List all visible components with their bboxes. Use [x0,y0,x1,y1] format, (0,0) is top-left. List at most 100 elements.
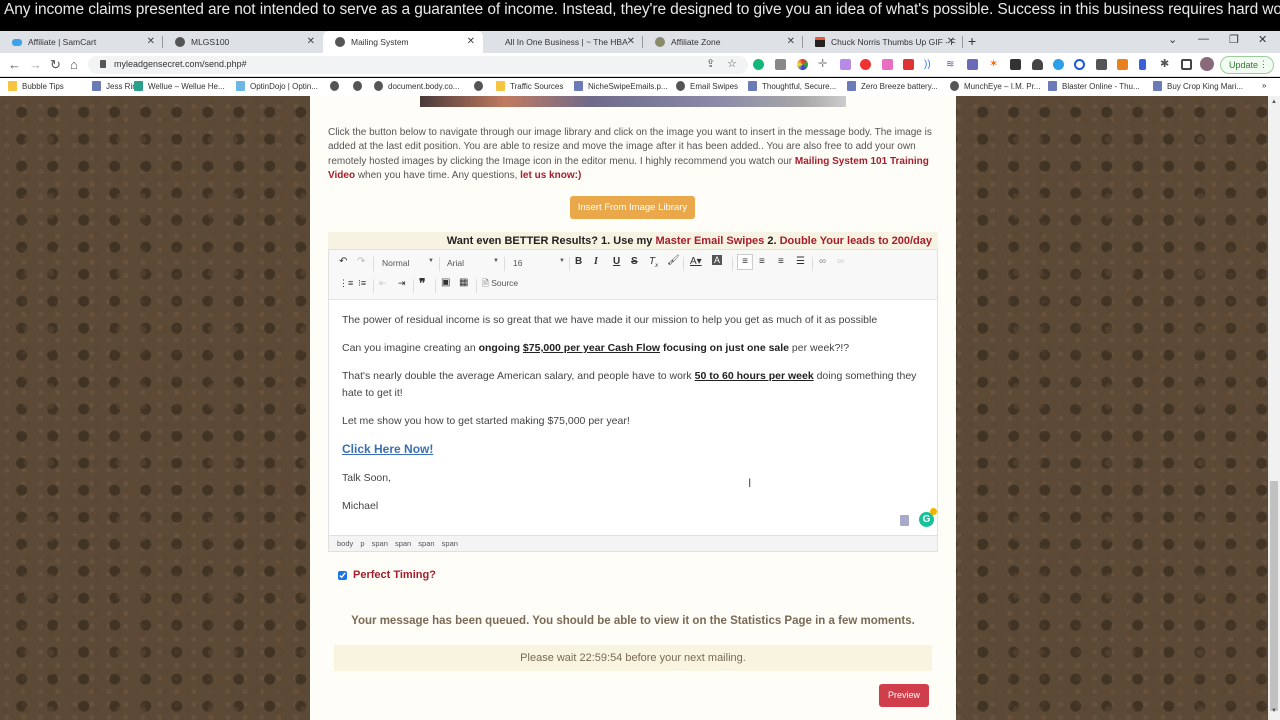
close-tab-icon[interactable]: ✕ [147,36,155,47]
scroll-up-icon[interactable]: ▲ [1271,99,1277,105]
background-color-icon[interactable]: A [712,255,723,265]
bullet-list-icon[interactable]: ⁝≡ [358,278,366,289]
bookmark-item[interactable]: Wellue – Wellue He... [134,81,225,91]
url-bar[interactable]: myleadgensecret.com/send.php# [88,56,748,74]
bookmark-item[interactable]: OptinDojo | Optin... [236,81,318,91]
close-window-icon[interactable]: ✕ [1258,33,1267,46]
close-tab-icon[interactable]: ✕ [467,36,475,47]
bookmark-star-icon[interactable]: ☆ [727,57,737,70]
perfect-timing-checkbox[interactable] [338,570,347,580]
clipboard-extension-icon[interactable] [900,515,909,526]
bookmark-item[interactable]: MunchEye – I.M. Pr... [950,81,1040,91]
color-extension-icon[interactable] [797,59,808,70]
bookmark-item[interactable]: Bubble Tips [8,81,64,91]
more-bookmarks-icon[interactable]: » [1262,81,1266,90]
extension-icon[interactable] [1139,59,1146,70]
bookmark-item[interactable]: Blaster Online - Thu... [1048,81,1140,91]
close-tab-icon[interactable]: ✕ [627,36,635,47]
insert-image-library-button[interactable]: Insert From Image Library [570,196,695,219]
format-painter-icon[interactable]: 🖌 [667,255,680,266]
restore-icon[interactable]: ❐ [1229,33,1239,46]
metamask-icon[interactable] [1117,59,1128,70]
format-select[interactable]: Normal ▼ [382,258,434,268]
profile-avatar[interactable] [1200,57,1214,71]
bookmark-item[interactable] [353,81,367,91]
strikethrough-icon[interactable]: S [631,256,638,267]
bookmark-item[interactable]: Buy Crop King Mari... [1153,81,1243,91]
click-here-link[interactable]: Click Here Now! [342,442,433,456]
new-tab-button[interactable]: + [968,33,976,49]
image-icon[interactable]: ▣ [441,277,450,288]
extension-icon[interactable] [860,59,871,70]
extension-icon[interactable] [1074,59,1085,70]
extension-icon[interactable] [903,59,914,70]
perfect-timing-option[interactable]: Perfect Timing? [338,569,436,581]
scroll-down-icon[interactable]: ▼ [1271,708,1277,714]
extension-icon[interactable] [967,59,978,70]
minimize-icon[interactable]: — [1198,33,1209,45]
bookmark-item[interactable]: NicheSwipeEmails.p... [574,81,668,91]
align-right-icon[interactable]: ≡ [778,256,784,267]
extension-icon[interactable] [775,59,786,70]
extension-icon[interactable]: ≋ [946,59,957,70]
redo-icon[interactable]: ↷ [357,256,365,267]
indent-icon[interactable]: ⇥ [398,278,406,289]
undo-icon[interactable]: ↶ [339,256,347,267]
link-icon[interactable]: ∞ [819,256,826,267]
page-scrollbar[interactable]: ▲ ▼ [1268,96,1280,720]
forward-icon[interactable]: → [29,57,42,72]
text-color-icon[interactable]: A▾ [690,256,702,267]
extension-icon[interactable] [840,59,851,70]
grammarly-extension-icon[interactable] [753,59,764,70]
master-email-swipes-link[interactable]: Master Email Swipes [655,235,764,247]
bookmark-item[interactable]: document.body.co... [374,81,459,91]
tab-mailing-system[interactable]: Mailing System ✕ [323,31,483,53]
side-panel-icon[interactable] [1181,59,1192,70]
extension-icon[interactable]: )) [924,59,935,70]
move-extension-icon[interactable]: ✛ [818,59,829,70]
tab-search-icon[interactable]: ⌄ [1168,33,1177,46]
scrollbar-thumb[interactable] [1270,481,1278,711]
bookmark-item[interactable]: Traffic Sources [496,81,563,91]
extension-icon[interactable]: ✶ [989,59,1000,70]
contact-link[interactable]: let us know:) [520,170,581,181]
tab-affiliate-zone[interactable]: Affiliate Zone ✕ [643,31,803,53]
tab-all-in-one-business[interactable]: All In One Business | ~ The HBA ✕ [483,31,643,53]
align-left-icon[interactable]: ≡ [737,254,753,270]
bookmark-item[interactable]: Zero Breeze battery... [847,81,938,91]
update-button[interactable]: Update ⋮ [1220,56,1274,74]
preview-button[interactable]: Preview [879,684,929,707]
home-icon[interactable]: ⌂ [70,57,78,72]
justify-icon[interactable]: ☰ [796,256,805,267]
bookmark-item[interactable]: Email Swipes [676,81,738,91]
reload-icon[interactable]: ↻ [50,57,61,73]
source-button[interactable]: 🗎 Source [482,278,518,292]
extension-icon[interactable] [1010,59,1021,70]
drop-extension-icon[interactable] [1053,59,1064,70]
share-icon[interactable]: ⇪ [706,57,715,70]
tab-mlgs100[interactable]: MLGS100 ✕ [163,31,323,53]
close-tab-icon[interactable]: ✕ [787,36,795,47]
extension-icon[interactable] [1096,59,1107,70]
font-select[interactable]: Arial ▼ [447,258,499,268]
bold-icon[interactable]: B [575,256,582,267]
back-icon[interactable]: ← [8,57,21,72]
underline-icon[interactable]: U [613,256,620,267]
close-tab-icon[interactable]: ✕ [307,36,315,47]
outdent-icon[interactable]: ⇤ [379,278,387,289]
unlink-icon[interactable]: ∞ [837,256,844,267]
extension-icon[interactable] [882,59,893,70]
double-leads-link[interactable]: Double Your leads to 200/day [780,235,932,247]
editor-content[interactable]: The power of residual income is so great… [342,312,922,526]
align-center-icon[interactable]: ≡ [759,256,765,267]
tab-chuck-norris-gif[interactable]: Chuck Norris Thumbs Up GIF - F ✕ [803,31,963,53]
extensions-puzzle-icon[interactable]: ✱ [1160,59,1171,70]
table-icon[interactable]: ▦ [459,277,468,288]
clear-format-icon[interactable]: Tx [649,256,658,269]
blockquote-icon[interactable]: ❞ [419,276,425,290]
cloud-extension-icon[interactable] [1032,59,1043,70]
bookmark-item[interactable]: Thoughtful, Secure... [748,81,836,91]
tab-affiliate-samcart[interactable]: Affiliate | SamCart ✕ [0,31,163,53]
italic-icon[interactable]: I [594,256,598,267]
close-tab-icon[interactable]: ✕ [947,36,955,47]
